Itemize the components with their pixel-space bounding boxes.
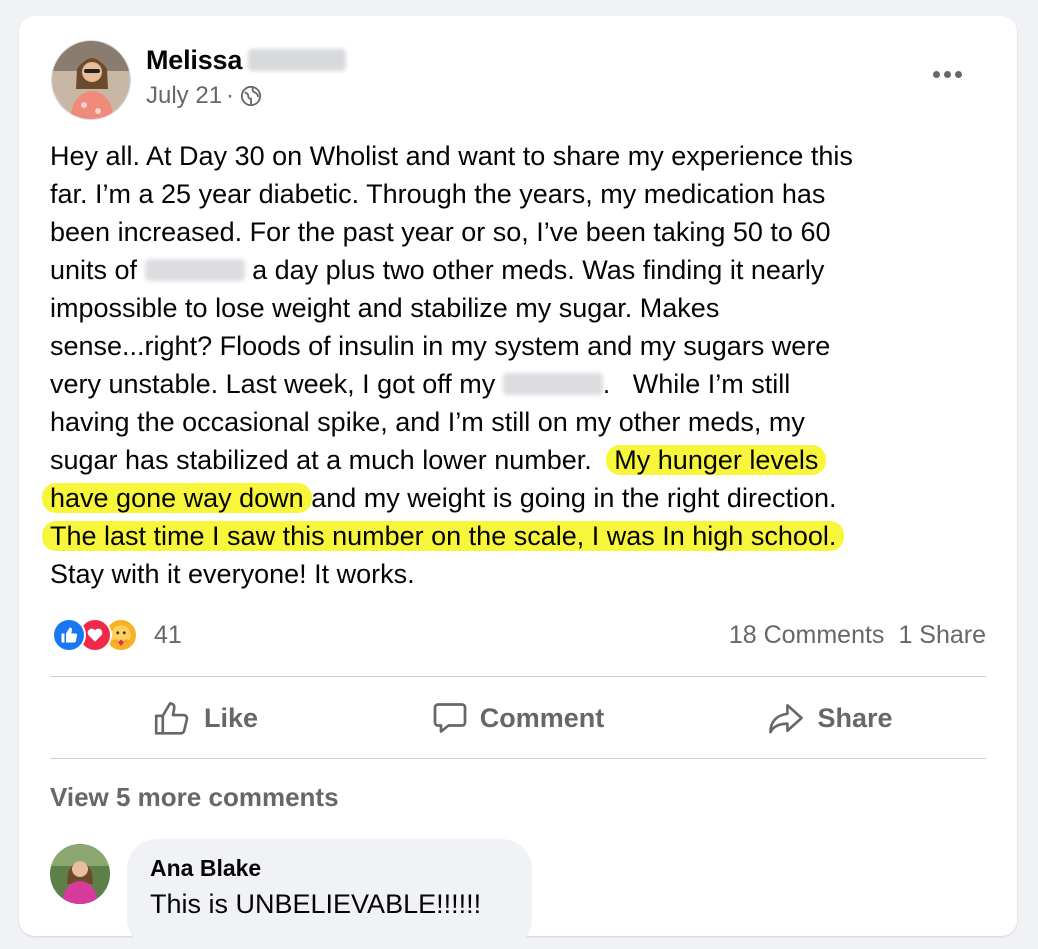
- highlighted-text: have gone way down: [42, 483, 312, 513]
- post-line: units of a day plus two other meds. Was …: [50, 255, 825, 285]
- post-line: sense...right? Floods of insulin in my s…: [50, 331, 831, 361]
- engagement-counts: 18 Comments 1 Share: [729, 621, 986, 650]
- medication-redacted: [144, 259, 245, 281]
- share-button[interactable]: Share: [674, 684, 986, 752]
- more-options-icon[interactable]: [927, 62, 967, 86]
- comment-button[interactable]: Comment: [362, 684, 674, 752]
- post-card: Melissa July 21 · Hey all. At Day 30 on …: [19, 16, 1017, 949]
- thumbs-up-icon: [154, 702, 189, 735]
- highlighted-text: My hunger levels: [606, 445, 827, 475]
- post-line: Hey all. At Day 30 on Wholist and want t…: [50, 141, 853, 171]
- units-prefix: units of: [50, 255, 138, 285]
- post-line: have gone way down and my weight is goin…: [42, 479, 1000, 517]
- share-arrow-icon: [769, 703, 804, 734]
- view-more-comments-link[interactable]: View 5 more comments: [50, 782, 339, 813]
- divider: [50, 676, 986, 677]
- post-line: having the occasional spike, and I’m sti…: [50, 407, 805, 437]
- commenter-name[interactable]: Ana Blake: [150, 855, 261, 882]
- post-line: The last time I saw this number on the s…: [42, 517, 1000, 555]
- share-label: Share: [817, 702, 893, 733]
- post-line: been increased. For the past year or so,…: [50, 217, 831, 247]
- post-meta: July 21 ·: [146, 82, 262, 110]
- comments-count[interactable]: 18 Comments: [729, 621, 885, 650]
- action-bar: Like Comment Share: [50, 684, 986, 752]
- like-label: Like: [203, 702, 259, 733]
- author-avatar[interactable]: [51, 40, 131, 120]
- post-stats: 41 18 Comments 1 Share: [52, 615, 986, 655]
- commenter-avatar[interactable]: [50, 844, 110, 904]
- divider: [50, 758, 986, 759]
- globe-icon: [240, 85, 262, 107]
- comment-icon: [433, 703, 467, 733]
- medication-redacted: [502, 373, 603, 395]
- reaction-count: 41: [154, 620, 182, 649]
- author-last-name-redacted: [248, 49, 347, 71]
- meta-separator: ·: [226, 82, 235, 109]
- post-line: impossible to lose weight and stabilize …: [50, 293, 720, 323]
- post-line: very unstable. Last week, I got off my .…: [50, 369, 791, 399]
- highlighted-text: The last time I saw this number on the s…: [42, 521, 845, 551]
- like-reaction-icon: [52, 618, 86, 652]
- shares-count[interactable]: 1 Share: [898, 621, 986, 650]
- comment-label: Comment: [479, 702, 605, 733]
- author-name[interactable]: Melissa: [146, 45, 242, 76]
- reactions-summary[interactable]: 41: [52, 618, 182, 652]
- comment-bubble: Ana Blake This is UNBELIEVABLE!!!!!!: [127, 839, 532, 949]
- author-row: Melissa: [146, 42, 347, 78]
- post-date[interactable]: July 21: [146, 82, 222, 110]
- like-button[interactable]: Like: [50, 684, 362, 752]
- post-body: Hey all. At Day 30 on Wholist and want t…: [42, 137, 1000, 593]
- post-line: sugar has stabilized at a much lower num…: [50, 441, 1000, 479]
- post-line: far. I’m a 25 year diabetic. Through the…: [50, 179, 826, 209]
- comment-text: This is UNBELIEVABLE!!!!!!: [150, 889, 482, 919]
- post-line: Stay with it everyone! It works.: [50, 559, 415, 589]
